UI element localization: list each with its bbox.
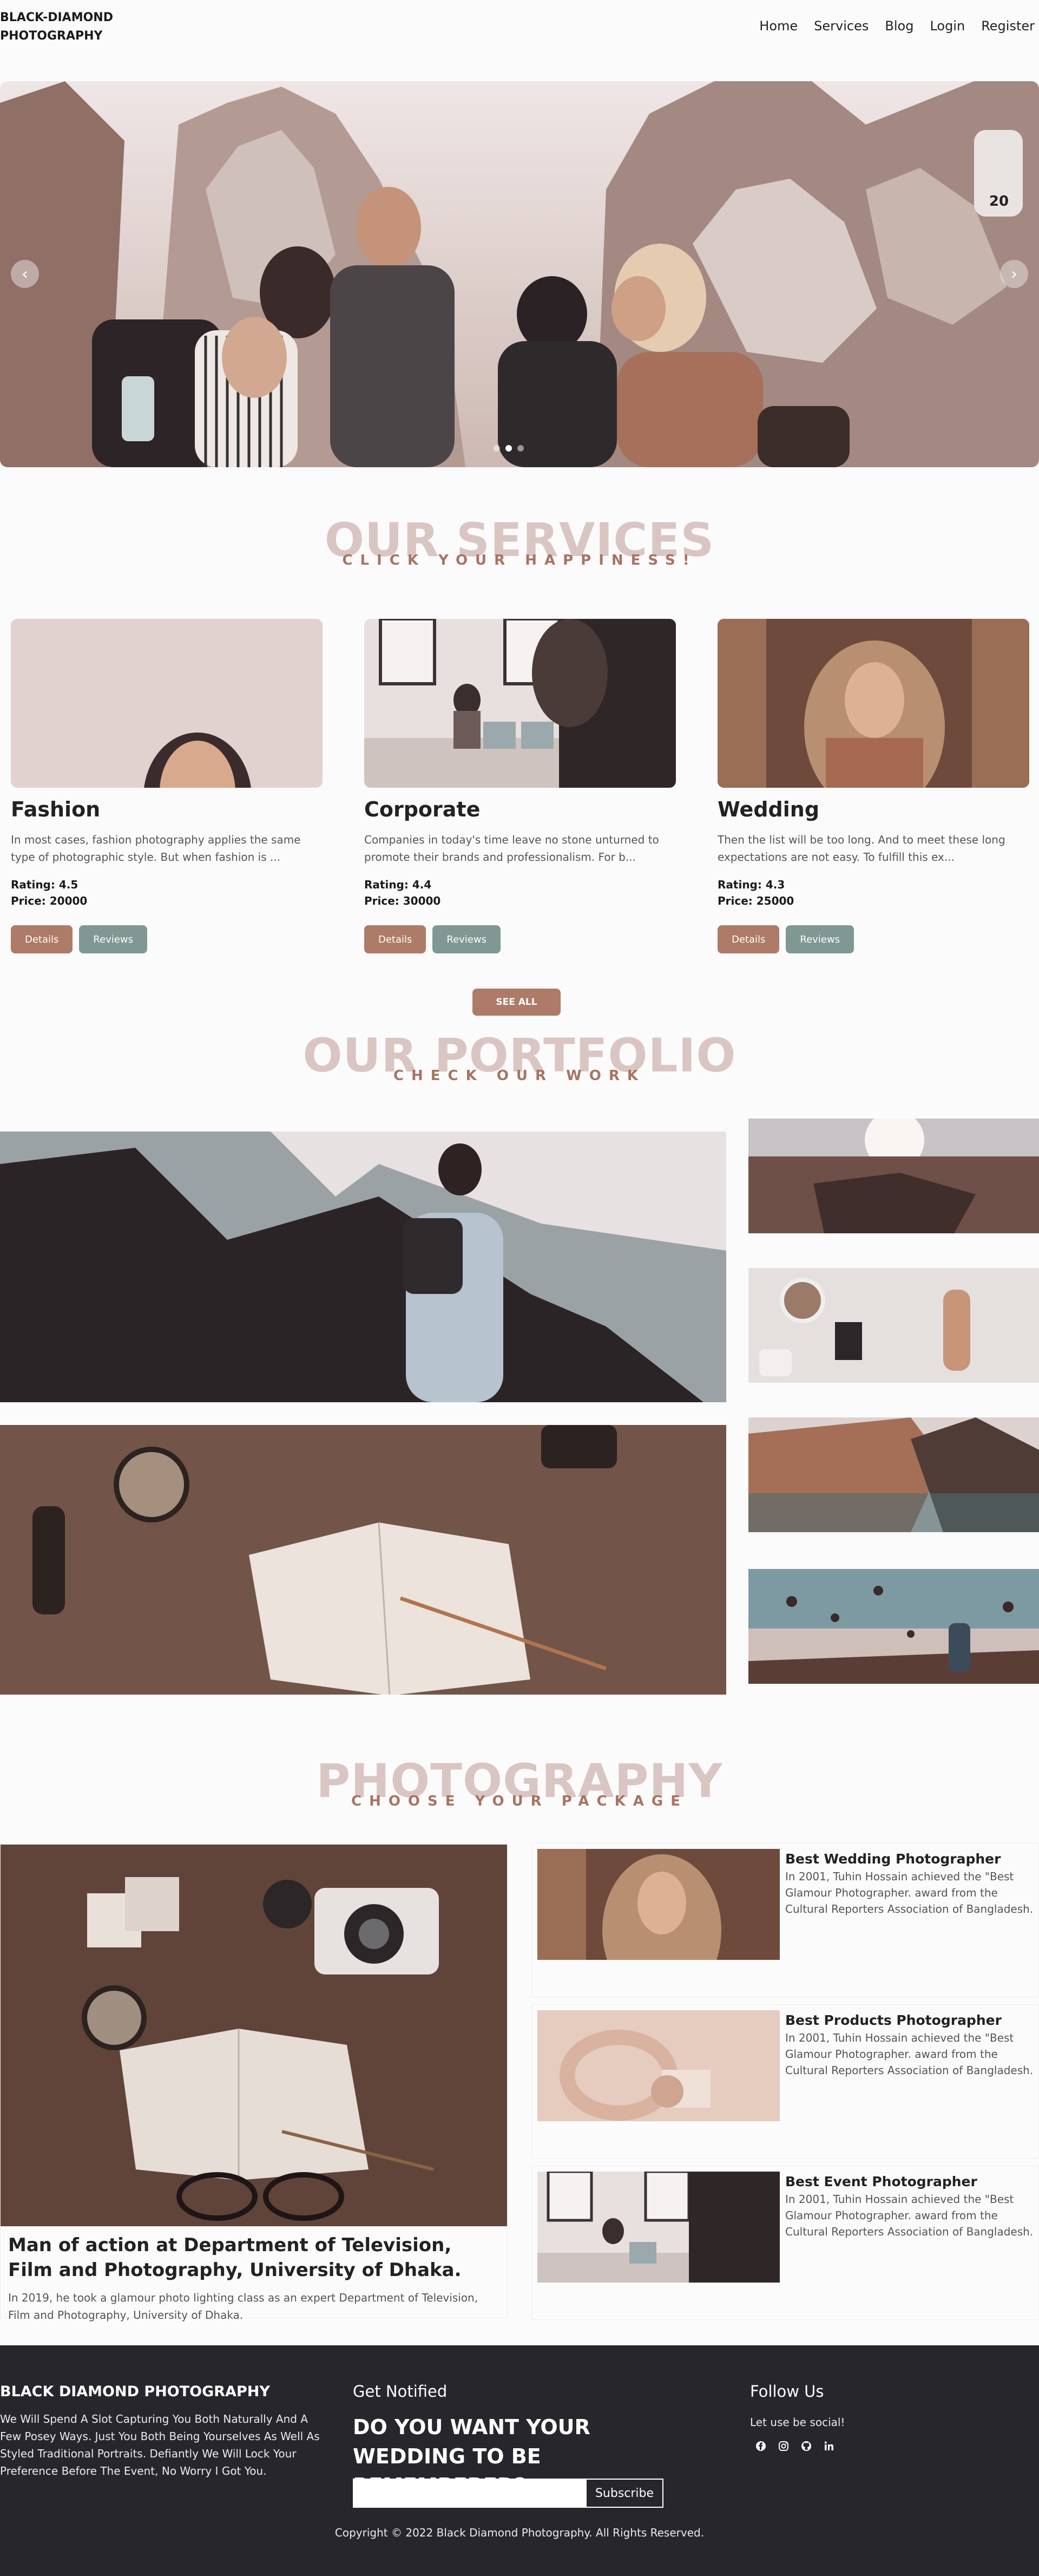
service-title: Wedding <box>718 797 820 821</box>
facebook-icon[interactable] <box>755 2441 766 2451</box>
service-price: Price: 20000 <box>11 894 88 907</box>
services-subtitle: CLICK YOUR HAPPINESS! <box>342 552 697 568</box>
service-title: Corporate <box>364 797 481 821</box>
package-item-description: In 2001, Tuhin Hossain achieved the "Bes… <box>785 1870 1034 1915</box>
service-image-wedding[interactable] <box>718 619 1029 788</box>
carousel-next-button[interactable]: › <box>1000 260 1028 288</box>
package-item-title: Best Event Photographer <box>785 2174 977 2189</box>
details-button[interactable]: Details <box>718 925 780 953</box>
carousel-dot[interactable] <box>494 445 500 452</box>
instagram-icon[interactable] <box>778 2441 789 2451</box>
service-card-fashion: Fashion In most cases, fashion photograp… <box>11 619 323 954</box>
service-image-corporate[interactable] <box>364 619 676 788</box>
social-links <box>755 2441 834 2451</box>
social-text: Let use be social! <box>750 2416 845 2429</box>
hero-plate-text: 20 <box>989 193 1009 210</box>
newsletter-email-input[interactable] <box>353 2479 586 2508</box>
nav-home[interactable]: Home <box>759 18 798 34</box>
package-item[interactable]: Best Event Photographer In 2001, Tuhin H… <box>531 2166 1039 2320</box>
get-notified-heading: Get Notified <box>353 2382 448 2401</box>
nav-blog[interactable]: Blog <box>885 18 913 34</box>
footer-brand: BLACK DIAMOND PHOTOGRAPHY <box>0 2383 270 2400</box>
portfolio-image-desk[interactable] <box>748 1268 1039 1383</box>
carousel-dot[interactable] <box>505 445 512 452</box>
service-description: Companies in today's time leave no stone… <box>364 833 659 864</box>
service-description: In most cases, fashion photography appli… <box>11 833 301 864</box>
carousel-prev-button[interactable]: ‹ <box>11 260 39 288</box>
main-nav: Home Services Blog Login Register <box>759 18 1035 34</box>
service-title: Fashion <box>11 797 101 821</box>
details-button[interactable]: Details <box>364 925 426 953</box>
package-item-description: In 2001, Tuhin Hossain achieved the "Bes… <box>785 2193 1034 2238</box>
portfolio-image-map[interactable] <box>0 1425 726 1695</box>
chevron-right-icon: › <box>1011 264 1017 284</box>
carousel-indicators <box>494 445 524 452</box>
brand-logo[interactable]: BLACK-DIAMOND PHOTOGRAPHY <box>0 9 141 45</box>
service-card-wedding: Wedding Then the list will be too long. … <box>718 619 1029 954</box>
package-feature-title: Man of action at Department of Televisio… <box>8 2234 462 2281</box>
hero-image: 20 <box>0 81 1039 467</box>
package-image-event <box>537 2172 780 2283</box>
nav-login[interactable]: Login <box>930 18 965 34</box>
linkedin-icon[interactable] <box>824 2441 834 2451</box>
hero-carousel: 20 <box>0 81 1039 467</box>
package-feature-image[interactable] <box>1 1845 507 2226</box>
details-button[interactable]: Details <box>11 925 73 953</box>
carousel-dot[interactable] <box>517 445 524 452</box>
service-rating: Rating: 4.3 <box>718 878 785 891</box>
package-item[interactable]: Best Wedding Photographer In 2001, Tuhin… <box>531 1843 1039 1997</box>
reviews-button[interactable]: Reviews <box>79 925 148 953</box>
subscribe-button[interactable]: Subscribe <box>586 2479 663 2508</box>
nav-register[interactable]: Register <box>981 18 1035 34</box>
package-feature-card: Man of action at Department of Televisio… <box>0 1844 508 2322</box>
package-item-title: Best Products Photographer <box>785 2012 1002 2028</box>
service-description: Then the list will be too long. And to m… <box>718 833 1005 864</box>
package-item-description: In 2001, Tuhin Hossain achieved the "Bes… <box>785 2031 1034 2077</box>
github-icon[interactable] <box>801 2441 812 2451</box>
package-item[interactable]: Best Products Photographer In 2001, Tuhi… <box>531 2004 1039 2159</box>
portfolio-image-balloons[interactable] <box>748 1569 1039 1684</box>
service-rating: Rating: 4.4 <box>364 878 432 891</box>
chevron-left-icon: ‹ <box>22 264 28 284</box>
package-image-products <box>537 2010 780 2121</box>
see-all-button[interactable]: SEE ALL <box>472 989 561 1016</box>
portfolio-image-canyon[interactable] <box>748 1119 1039 1233</box>
package-feature-description: In 2019, he took a glamour photo lightin… <box>8 2291 478 2322</box>
photography-subtitle: CHOOSE YOUR PACKAGE <box>351 1793 688 1809</box>
follow-us-heading: Follow Us <box>750 2382 824 2401</box>
footer-about: We Will Spend A Slot Capturing You Both … <box>0 2412 320 2477</box>
service-rating: Rating: 4.5 <box>11 878 78 891</box>
package-image-wedding <box>537 1849 780 1960</box>
service-card-corporate: Corporate Companies in today's time leav… <box>364 619 676 954</box>
portfolio-image-coast[interactable] <box>748 1417 1039 1532</box>
portfolio-image-hiker[interactable] <box>0 1132 726 1402</box>
reviews-button[interactable]: Reviews <box>432 925 501 953</box>
reviews-button[interactable]: Reviews <box>786 925 854 953</box>
site-footer: BLACK DIAMOND PHOTOGRAPHY We Will Spend … <box>0 2345 1039 2576</box>
service-image-fashion[interactable] <box>11 619 323 788</box>
nav-services[interactable]: Services <box>814 18 869 34</box>
service-price: Price: 25000 <box>718 894 794 907</box>
copyright: Copyright © 2022 Black Diamond Photograp… <box>334 2526 705 2539</box>
service-price: Price: 30000 <box>364 894 441 907</box>
package-item-title: Best Wedding Photographer <box>785 1851 1001 1867</box>
portfolio-subtitle: CHECK OUR WORK <box>393 1068 646 1084</box>
